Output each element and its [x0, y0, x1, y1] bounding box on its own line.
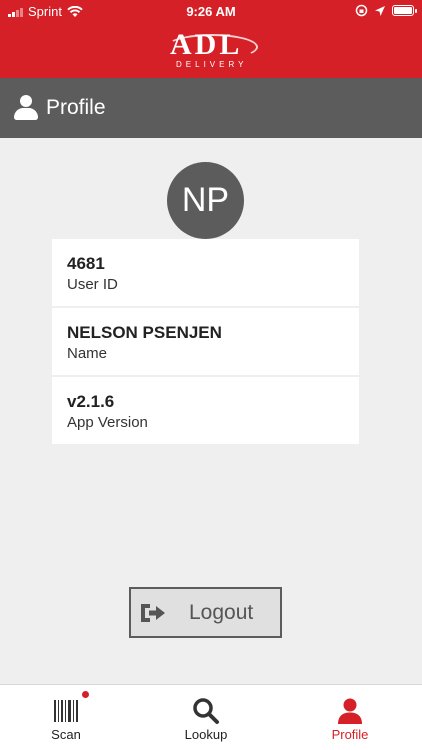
location-arrow-icon [375, 5, 385, 16]
bottom-tab-bar: Scan Lookup Profile [0, 684, 422, 750]
tab-scan[interactable]: Scan [6, 685, 126, 750]
tab-lookup[interactable]: Lookup [146, 685, 266, 750]
user-id-label: User ID [67, 276, 118, 293]
orientation-lock-icon [355, 4, 368, 17]
tab-profile[interactable]: Profile [290, 685, 410, 750]
logout-button[interactable]: Logout [129, 587, 282, 638]
notification-badge [82, 691, 89, 698]
page-header: Profile [0, 78, 422, 138]
app-version-value: v2.1.6 [67, 392, 115, 411]
search-icon [193, 698, 219, 724]
profile-info-list: 4681 User ID NELSON PSENJEN Name v2.1.6 … [52, 239, 359, 446]
user-id-value: 4681 [67, 254, 105, 273]
logout-label: Logout [189, 600, 254, 624]
tab-lookup-label: Lookup [184, 727, 228, 742]
tab-scan-label: Scan [51, 727, 81, 742]
tab-profile-label: Profile [331, 727, 369, 742]
adl-delivery-logo: ADL DELIVERY [162, 28, 262, 72]
status-bar: Sprint 9:26 AM [0, 0, 422, 22]
user-id-card: 4681 User ID [52, 239, 359, 306]
person-icon [14, 95, 38, 121]
name-label: Name [67, 345, 108, 362]
name-value: NELSON PSENJEN [67, 323, 222, 342]
app-version-label: App Version [67, 414, 148, 431]
avatar: NP [167, 162, 244, 239]
app-version-card: v2.1.6 App Version [52, 377, 359, 444]
battery-icon [392, 5, 417, 16]
page-title: Profile [46, 96, 106, 119]
name-card: NELSON PSENJEN Name [52, 308, 359, 375]
sign-out-icon [141, 603, 165, 622]
top-bar: Sprint 9:26 AM ADL DELIVERY [0, 0, 422, 78]
person-icon [338, 698, 362, 724]
barcode-icon [54, 700, 78, 722]
